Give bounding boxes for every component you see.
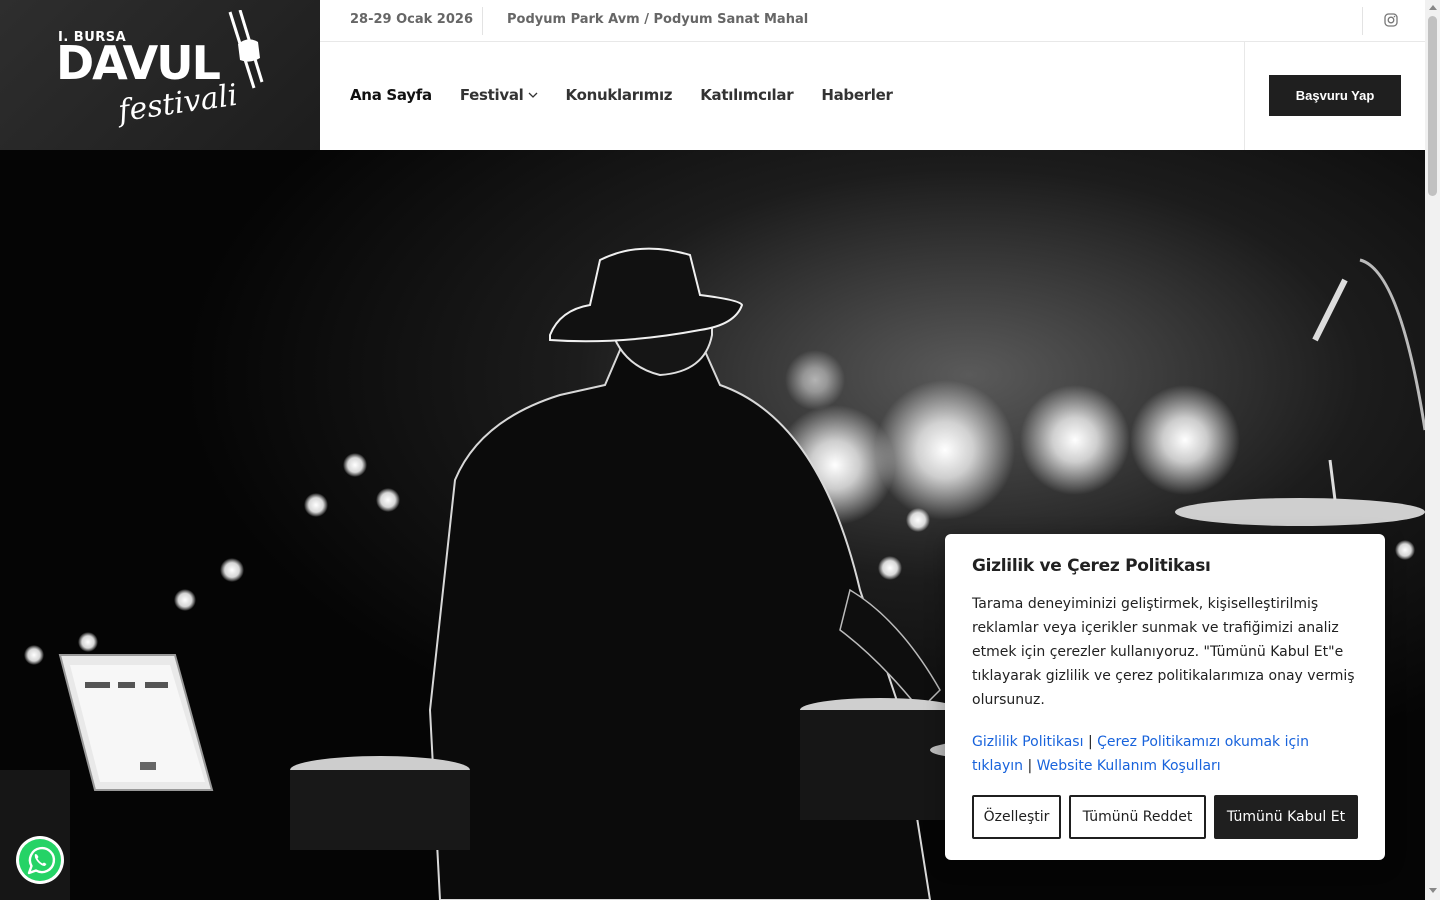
divider (1362, 7, 1363, 35)
main-nav: Ana Sayfa Festival Konuklarımız Katılımc… (350, 86, 893, 104)
event-date: 28-29 Ocak 2026 (350, 12, 473, 27)
terms-of-use-link[interactable]: Website Kullanım Koşulları (1037, 758, 1221, 774)
scroll-down-arrow-icon[interactable] (1429, 888, 1437, 893)
scroll-up-arrow-icon[interactable] (1429, 5, 1437, 10)
link-separator: | (1087, 734, 1093, 750)
nav-item-label: Ana Sayfa (350, 86, 432, 104)
apply-button[interactable]: Başvuru Yap (1269, 75, 1401, 116)
scrollbar-thumb[interactable] (1428, 16, 1437, 196)
cookie-description: Tarama deneyiminizi geliştirmek, kişisel… (972, 596, 1355, 708)
nav-item-label: Haberler (821, 86, 893, 104)
nav-item-label: Katılımcılar (700, 86, 794, 104)
nav-item-participants[interactable]: Katılımcılar (700, 86, 793, 104)
page-scrollbar[interactable] (1425, 0, 1440, 900)
event-venue: Podyum Park Avm / Podyum Sanat Mahal (507, 12, 809, 27)
nav-item-news[interactable]: Haberler (821, 86, 893, 104)
cookie-consent-dialog: Gizlilik ve Çerez Politikası Tarama dene… (945, 534, 1385, 860)
whatsapp-icon[interactable] (15, 835, 65, 885)
instagram-icon[interactable] (1384, 13, 1398, 27)
nav-item-label: Konuklarımız (565, 86, 673, 104)
link-separator: | (1027, 758, 1033, 774)
nav-item-label: Festival (459, 86, 524, 104)
top-bar: 28-29 Ocak 2026 Podyum Park Avm / Podyum… (320, 0, 1425, 42)
reject-all-button[interactable]: Tümünü Reddet (1069, 795, 1206, 839)
nav-item-guests[interactable]: Konuklarımız (566, 86, 673, 104)
nav-item-home[interactable]: Ana Sayfa (350, 86, 432, 104)
drumsticks-icon (228, 10, 264, 89)
logo-title-text: DAVUL (56, 36, 221, 90)
divider (1244, 42, 1245, 150)
cookie-buttons: Özelleştir Tümünü Reddet Tümünü Kabul Et (972, 795, 1358, 839)
accept-all-button[interactable]: Tümünü Kabul Et (1214, 795, 1358, 839)
nav-item-festival[interactable]: Festival (460, 86, 538, 104)
chevron-down-icon (528, 92, 537, 98)
site-header: 28-29 Ocak 2026 Podyum Park Avm / Podyum… (320, 0, 1425, 150)
divider (482, 7, 483, 35)
logo-panel: I. BURSA DAVUL festivali (0, 0, 320, 150)
festival-logo[interactable]: I. BURSA DAVUL festivali (56, 10, 276, 139)
cookie-links: Gizlilik Politikası | Çerez Politikamızı… (972, 730, 1358, 778)
customize-button[interactable]: Özelleştir (972, 795, 1061, 839)
cookie-title: Gizlilik ve Çerez Politikası (972, 556, 1211, 576)
privacy-policy-link[interactable]: Gizlilik Politikası (972, 734, 1084, 750)
